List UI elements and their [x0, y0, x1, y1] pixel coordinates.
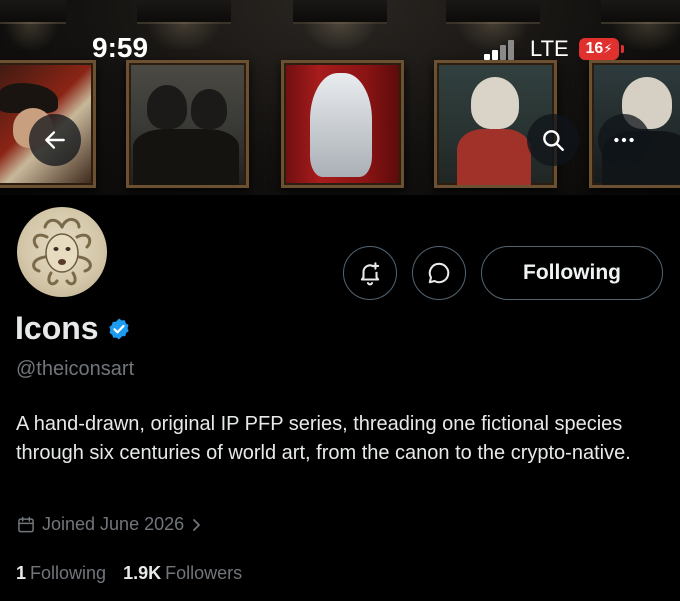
following-label: Following — [30, 563, 107, 583]
picture-lamp — [293, 0, 387, 52]
avatar[interactable] — [14, 204, 110, 300]
status-time: 9:59 — [92, 32, 149, 63]
picture-lamp — [137, 0, 231, 52]
bell-plus-icon — [360, 262, 380, 286]
painting-veiled-figure — [281, 60, 404, 188]
medusa-head-icon — [32, 218, 92, 286]
follow-stats: 1 Following 1.9K Followers — [16, 563, 259, 584]
battery-level: 16 — [585, 40, 604, 57]
profile-banner[interactable]: 9:59 LTE 16⚡ — [0, 0, 680, 195]
arrow-left-icon — [45, 131, 65, 149]
picture-lamp — [0, 0, 66, 52]
following-stat-link[interactable]: 1 Following — [16, 563, 106, 584]
followers-count: 1.9K — [123, 563, 162, 583]
joined-date: Joined June 2026 — [42, 514, 185, 534]
following-count: 1 — [16, 563, 27, 583]
calendar-icon — [18, 516, 34, 532]
more-options-button[interactable] — [598, 114, 650, 166]
profile-handle: @theiconsart — [16, 358, 135, 380]
painting-bowler-hats — [126, 60, 249, 188]
verified-badge-icon[interactable] — [107, 317, 131, 341]
picture-lamp — [601, 0, 680, 52]
search-button[interactable] — [527, 114, 579, 166]
followers-label: Followers — [165, 563, 243, 583]
picture-lamp — [446, 0, 540, 52]
signal-icon — [484, 40, 518, 60]
message-button[interactable] — [412, 246, 466, 300]
chat-bubble-icon — [428, 262, 450, 284]
profile-bio: A hand-drawn, original IP PFP series, th… — [16, 413, 631, 464]
following-button[interactable]: Following — [481, 246, 663, 300]
profile-name-row: Icons — [15, 310, 131, 347]
more-horizontal-icon — [614, 137, 634, 143]
battery-icon: 16⚡ — [579, 38, 624, 60]
display-name: Icons — [15, 310, 99, 346]
followers-stat-link[interactable]: 1.9K Followers — [123, 563, 242, 584]
joined-date-row[interactable]: Joined June 2026 — [16, 514, 209, 535]
chevron-right-icon — [193, 518, 201, 531]
network-type: LTE — [530, 36, 569, 61]
search-icon — [543, 130, 564, 151]
back-button[interactable] — [29, 114, 81, 166]
notifications-button[interactable] — [343, 246, 397, 300]
